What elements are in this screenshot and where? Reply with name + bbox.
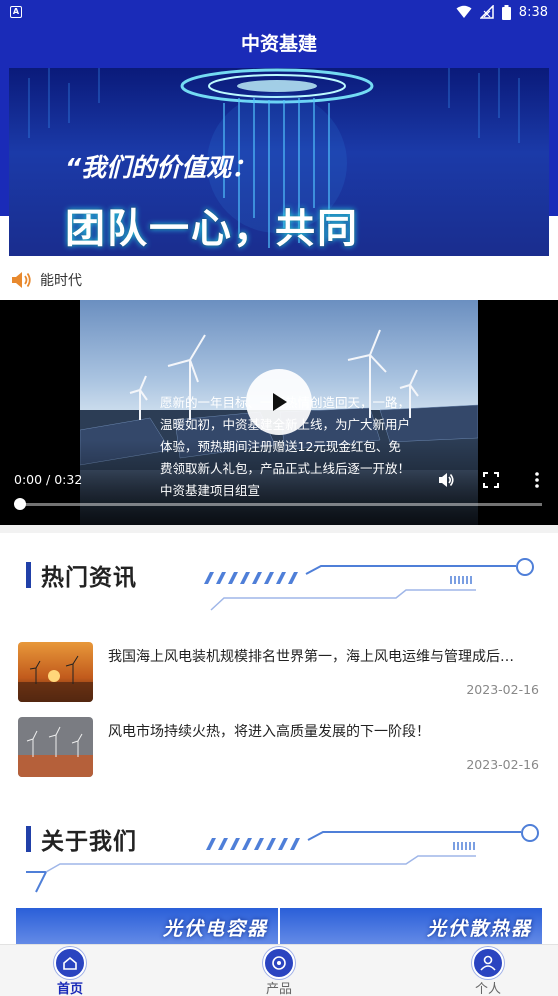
- section-divider: [0, 525, 558, 533]
- notice-bar[interactable]: 能时代: [10, 268, 82, 292]
- news-thumbnail: [18, 642, 93, 702]
- banner-carousel[interactable]: “我们的价值观： 团队一心，共同: [9, 68, 549, 256]
- battery-icon: [501, 4, 511, 20]
- speaker-icon: [12, 272, 31, 288]
- banner-headline: 团队一心，共同: [65, 206, 359, 252]
- cellular-signal-icon: [479, 5, 494, 19]
- video-progress-bar[interactable]: [20, 503, 542, 506]
- status-time: 8:38: [518, 4, 548, 20]
- home-icon: [54, 947, 86, 979]
- news-item[interactable]: 我国海上风电装机规模排名世界第一，海上风电运维与管理成后… 2023-02-16: [18, 642, 543, 704]
- banner-quote: “我们的价值观：: [65, 153, 257, 182]
- wifi-icon: [456, 5, 472, 18]
- bottom-nav: 首页 产品 个人: [0, 944, 558, 996]
- about-card[interactable]: 光伏散热器: [280, 908, 542, 948]
- play-icon: [273, 393, 287, 411]
- wind-farm-image: [18, 717, 93, 777]
- nav-item-home[interactable]: 首页: [30, 945, 110, 996]
- section-accent-bar: [26, 562, 31, 588]
- nav-label: 产品: [265, 982, 292, 996]
- nav-label: 个人: [474, 982, 501, 996]
- notification-icon: A: [10, 6, 22, 18]
- page-title: 中资基建: [0, 24, 558, 68]
- video-time: 0:00 / 0:32: [14, 472, 83, 487]
- products-icon: [263, 947, 295, 979]
- status-bar: A 8:38: [0, 0, 558, 24]
- nav-item-products[interactable]: 产品: [239, 945, 319, 996]
- news-title: 我国海上风电装机规模排名世界第一，海上风电运维与管理成后…: [108, 649, 514, 665]
- news-date: 2023-02-16: [466, 757, 539, 772]
- news-thumbnail: [18, 717, 93, 777]
- nav-label: 首页: [56, 982, 83, 996]
- status-icons: 8:38: [456, 4, 548, 20]
- profile-icon: [472, 947, 504, 979]
- more-options-icon[interactable]: [528, 471, 546, 489]
- hot-news-header: 热门资讯: [26, 559, 137, 591]
- hot-news-decoration: [204, 558, 534, 611]
- play-button[interactable]: [246, 369, 312, 435]
- app-page: A 8:38 中资基建 “我们的价值观： 团队一心，共同 能时代 愿新的一年目标…: [0, 0, 558, 996]
- sunset-wind-image: [18, 642, 93, 702]
- about-card-label: 光伏电容器: [162, 918, 268, 940]
- news-item[interactable]: 风电市场持续火热，将进入高质量发展的下一阶段！ 2023-02-16: [18, 717, 543, 779]
- fullscreen-icon[interactable]: [482, 471, 500, 489]
- hot-news-title: 热门资讯: [41, 565, 137, 591]
- about-decoration: [26, 824, 539, 893]
- news-date: 2023-02-16: [466, 682, 539, 697]
- notice-text: 能时代: [40, 273, 82, 289]
- news-title: 风电市场持续火热，将进入高质量发展的下一阶段！: [108, 724, 430, 740]
- video-progress-thumb[interactable]: [14, 498, 26, 510]
- volume-icon[interactable]: [437, 471, 455, 489]
- about-card-label: 光伏散热器: [426, 918, 532, 940]
- about-card[interactable]: 光伏电容器: [16, 908, 278, 948]
- nav-item-profile[interactable]: 个人: [448, 945, 528, 996]
